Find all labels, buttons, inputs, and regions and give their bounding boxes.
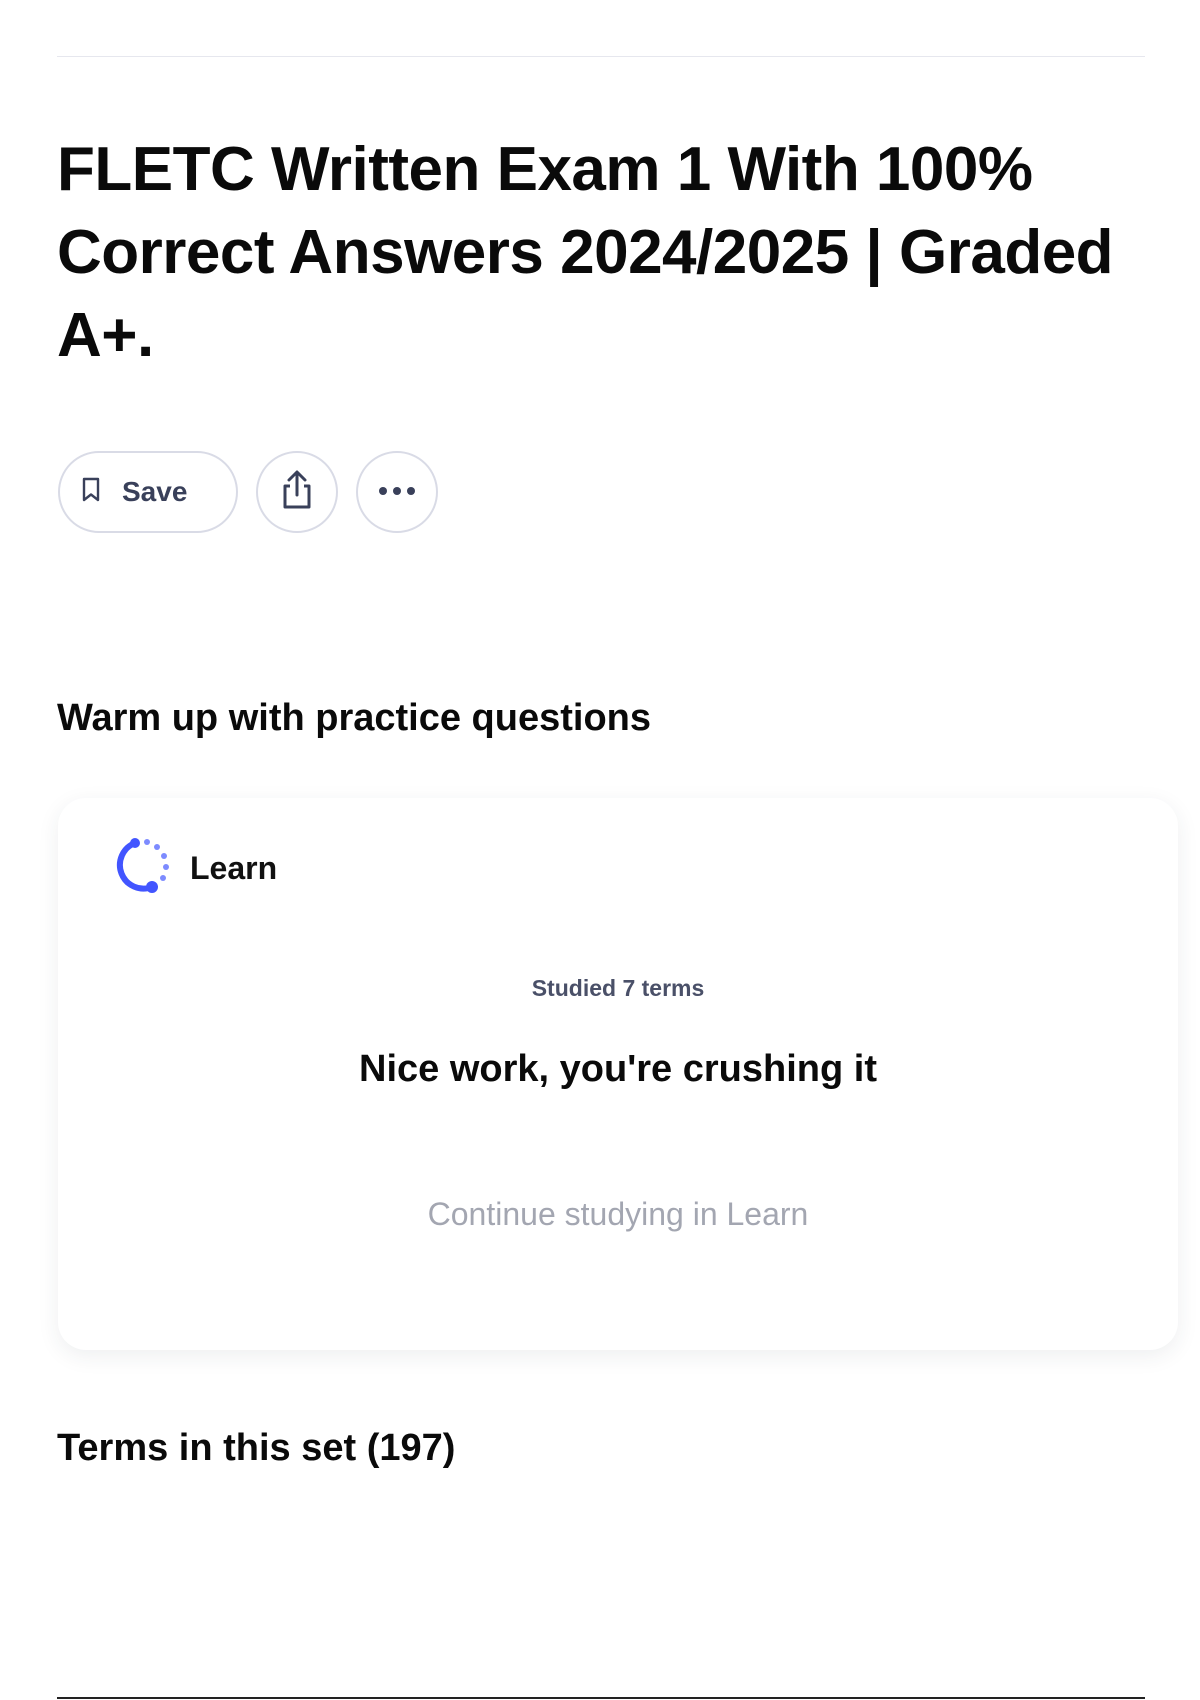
bookmark-icon xyxy=(80,477,102,508)
save-button-label: Save xyxy=(122,476,188,507)
learn-card-header: Learn xyxy=(112,836,277,901)
learn-mode-label: Learn xyxy=(190,850,278,886)
practice-heading: Warm up with practice questions xyxy=(57,697,652,739)
studied-count: Studied 7 terms xyxy=(531,975,705,1001)
share-button[interactable] xyxy=(256,451,338,533)
more-options-icon xyxy=(377,483,417,501)
encouragement-headline: Nice work, you're crushing it xyxy=(359,1048,877,1090)
action-bar: Save xyxy=(58,451,438,533)
learn-card[interactable]: Learn Studied 7 terms Nice work, you're … xyxy=(58,798,1178,1350)
bottom-divider xyxy=(57,1697,1145,1699)
continue-learn-link[interactable]: Continue studying in Learn xyxy=(58,1196,1178,1233)
page-title: FLETC Written Exam 1 With 100% Correct A… xyxy=(57,135,1114,370)
top-divider xyxy=(57,56,1145,57)
terms-heading: Terms in this set (197) xyxy=(57,1427,456,1469)
page: FLETC Written Exam 1 With 100% Correct A… xyxy=(0,0,1200,1700)
save-button[interactable]: Save xyxy=(58,451,238,533)
more-options-button[interactable] xyxy=(356,451,438,533)
share-icon xyxy=(278,469,316,516)
learn-progress-icon xyxy=(112,836,172,901)
